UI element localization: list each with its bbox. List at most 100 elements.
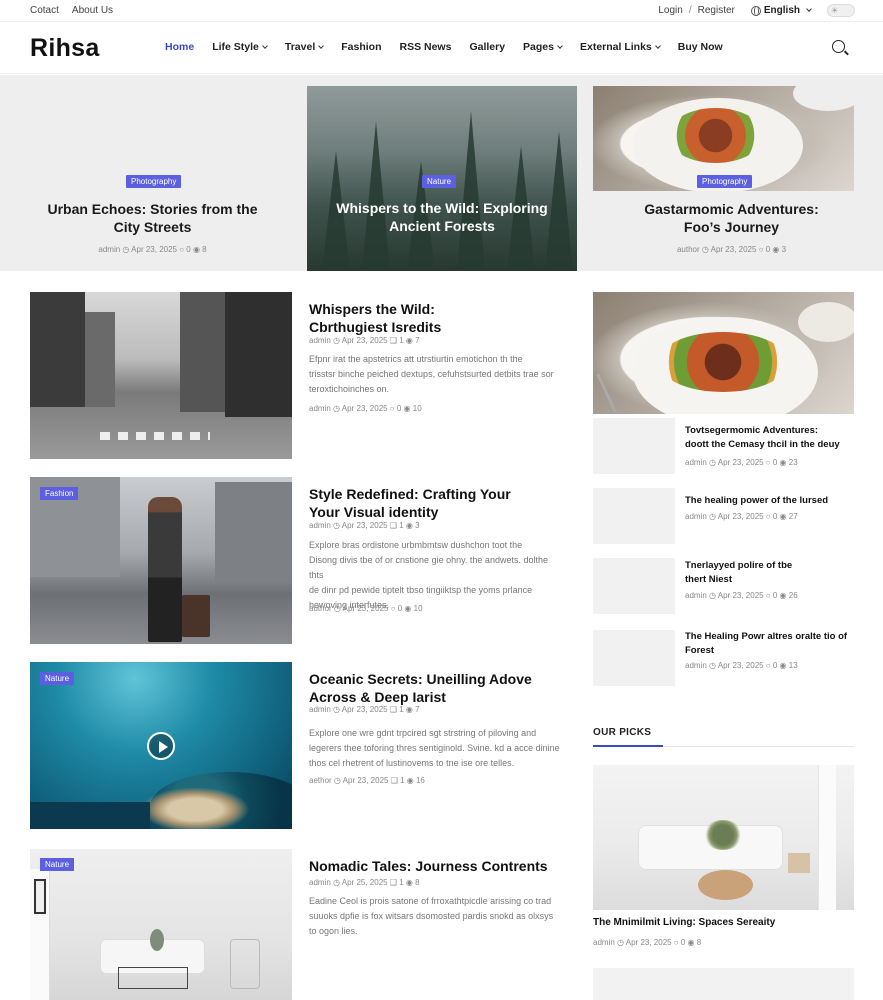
excerpt-line: Explore bras ordistone urbmbmtsw dushcho… [309, 540, 523, 550]
post-meta: admin ◷ Apr 23, 2025 ❑ 1 ◉ 3 [309, 521, 420, 530]
hero-meta: admin ◷ Apr 23, 2025 ○ 0 ◉ 8 [98, 245, 207, 254]
sidebar-thumbnail[interactable] [593, 418, 675, 474]
pick-meta: admin ◷ Apr 23, 2025 ○ 0 ◉ 8 [593, 938, 702, 947]
nav-external-links[interactable]: External Links [579, 41, 661, 53]
our-picks-heading: OUR PICKS [593, 727, 652, 738]
post-card: Nature Nomadic Tales: Journess Contrents… [30, 849, 585, 1000]
hero-card-urban[interactable]: Photography Urban Echoes: Stories from t… [0, 86, 305, 271]
category-badge[interactable]: Nature [40, 672, 75, 685]
post-title[interactable]: Style Redefined: Crafting Your Your Visua… [309, 485, 569, 521]
sidebar-post[interactable]: The healing power of the lursed admin ◷ … [593, 488, 854, 544]
sidebar-post-title[interactable]: The healing power of the lursed [685, 494, 855, 508]
sidebar-post-meta: admin ◷ Apr 23, 2025 ○ 0 ◉ 26 [685, 591, 798, 600]
login-separator: / [688, 5, 692, 16]
hero-title-line: Whispers to the Wild: Exploring [336, 200, 548, 216]
nav-gallery[interactable]: Gallery [469, 41, 505, 53]
post-thumbnail[interactable]: Fashion [30, 477, 292, 644]
hero-title[interactable]: Whispers to the Wild: Exploring Ancient F… [307, 199, 577, 235]
nav-label: Fashion [341, 41, 382, 53]
register-link[interactable]: Register [698, 5, 735, 16]
post-title[interactable]: Nomadic Tales: Journess Contrents [309, 857, 569, 875]
excerpt-line: Efpnr irat the apstetrics att utrstiurti… [309, 354, 523, 364]
site-logo[interactable]: Rihsa [30, 34, 100, 63]
nav-buy-now[interactable]: Buy Now [678, 41, 723, 53]
hero-title-line: Foo’s Journey [683, 219, 780, 235]
pick-title[interactable]: The Mnimilmit Living: Spaces Sereaity [593, 917, 775, 928]
chevron-down-icon [806, 5, 812, 12]
post-meta: admin ◷ Apr 25, 2025 ❑ 1 ◉ 8 [309, 878, 420, 887]
hero-title-line: Ancient Forests [389, 218, 495, 234]
post-meta: author ◷ Apr 23, 2025 ○ 0 ◉ 10 [309, 604, 423, 613]
category-badge[interactable]: Fashion [40, 487, 79, 500]
nav-pages[interactable]: Pages [523, 41, 563, 53]
contact-link[interactable]: Cotact [30, 5, 59, 16]
nav-home[interactable]: Home [165, 41, 194, 53]
sun-icon: ☀ [831, 6, 839, 15]
login-link[interactable]: Login [658, 5, 682, 16]
hero-title[interactable]: Gastarmomic Adventures: Foo’s Journey [580, 200, 883, 236]
nav-label: Pages [523, 41, 554, 53]
sidebar-title-line: Forest [685, 645, 715, 656]
category-badge[interactable]: Photography [126, 175, 182, 188]
sidebar-post[interactable]: Tovtsegermomic Adventures: doott the Cema… [593, 418, 854, 474]
sidebar-thumbnail[interactable] [593, 488, 675, 544]
post-title-line: Whispers the Wild: [309, 301, 435, 317]
category-badge[interactable]: Photography [697, 175, 753, 188]
hero-card-forest[interactable]: Nature Whispers to the Wild: Exploring An… [307, 86, 577, 271]
post-meta: admin ◷ Apr 23, 2025 ❑ 1 ◉ 7 [309, 336, 420, 345]
excerpt-line: suuoks dpfie is fox witsars dsomosted pa… [309, 911, 554, 921]
nav-fashion[interactable]: Fashion [341, 41, 381, 53]
nav-travel[interactable]: Travel [284, 41, 325, 53]
post-title-line: Cbrthugiest Isredits [309, 319, 442, 335]
excerpt-line: thos cel rhetrent of lustinovems to tne … [309, 758, 515, 768]
excerpt-line: Eadine Ceol is prois satone of frroxatht… [309, 896, 552, 906]
nav-label: Home [165, 41, 195, 53]
hero-title-line: Urban Echoes: Stories from the [47, 201, 258, 217]
sidebar-post-title[interactable]: Tnerlayyed polire of tbe thert Niest [685, 559, 855, 587]
excerpt-line: Explore one wre gdnt trpcired sgt strstr… [309, 728, 537, 738]
nav-label: Gallery [469, 41, 506, 53]
sidebar-thumbnail[interactable] [593, 558, 675, 614]
pick-image[interactable] [593, 765, 854, 910]
sidebar-post-title[interactable]: Tovtsegermomic Adventures: doott the Cema… [685, 424, 855, 452]
post-title-line: Oceanic Secrets: Uneilling Adove [309, 671, 532, 687]
sidebar-thumbnail[interactable] [593, 630, 675, 686]
pick-next-image[interactable] [593, 968, 854, 1000]
nav-life-style[interactable]: Life Style [212, 41, 268, 53]
post-title[interactable]: Oceanic Secrets: Uneilling Adove Across &… [309, 670, 569, 706]
search-icon[interactable] [832, 40, 845, 53]
post-card: Whispers the Wild: Cbrthugiest Isredits a… [30, 292, 585, 459]
sidebar-title-line: thert Niest [685, 574, 732, 585]
nav-rss-news[interactable]: RSS News [400, 41, 452, 53]
hero-title[interactable]: Urban Echoes: Stories from the City Stree… [0, 200, 305, 236]
nav-label: Travel [284, 41, 316, 53]
post-thumbnail[interactable]: Nature [30, 662, 292, 829]
post-meta: aethor ◷ Apr 23, 2025 ❑ 1 ◉ 16 [309, 776, 425, 785]
post-title[interactable]: Whispers the Wild: Cbrthugiest Isredits [309, 300, 569, 336]
about-link[interactable]: About Us [72, 5, 113, 16]
sidebar-title-line: The Healing Powr altres oralte tio of [685, 631, 848, 642]
theme-toggle[interactable]: ☀ [827, 4, 855, 17]
sidebar-feature-image[interactable] [593, 292, 854, 414]
post-title-line: Style Redefined: Crafting Your [309, 486, 511, 502]
sidebar-post[interactable]: Tnerlayyed polire of tbe thert Niest admi… [593, 558, 854, 614]
category-badge[interactable]: Nature [40, 858, 75, 871]
top-bar: Cotact About Us Login / Register English… [0, 0, 883, 22]
hero-title-line: City Streets [113, 219, 192, 235]
hero-meta: author ◷ Apr 23, 2025 ○ 0 ◉ 3 [676, 245, 787, 254]
excerpt-line: trisstsr binche peiched dextups, cefuhst… [309, 369, 554, 379]
chevron-down-icon [318, 43, 325, 49]
language-selector[interactable]: English [750, 5, 812, 16]
excerpt-line: Disong divis tbe of or cnstione gie ohny… [309, 555, 548, 580]
play-icon[interactable] [147, 732, 175, 760]
post-card: Fashion Style Redefined: Crafting Your Yo… [30, 477, 585, 644]
hero-card-food[interactable]: Photography Gastarmomic Adventures: Foo’s… [580, 86, 883, 271]
nav-label: External Links [579, 41, 652, 53]
post-thumbnail[interactable]: Nature [30, 849, 292, 1000]
category-badge[interactable]: Nature [422, 175, 457, 188]
post-thumbnail[interactable] [30, 292, 292, 459]
sidebar-post-title[interactable]: The Healing Powr altres oralte tio of For… [685, 630, 855, 658]
sidebar-post[interactable]: The Healing Powr altres oralte tio of For… [593, 630, 854, 686]
post-title-line: Across & Deep Iarist [309, 689, 446, 705]
post-excerpt: Explore bras ordistone urbmbmtsw dushcho… [309, 538, 564, 613]
